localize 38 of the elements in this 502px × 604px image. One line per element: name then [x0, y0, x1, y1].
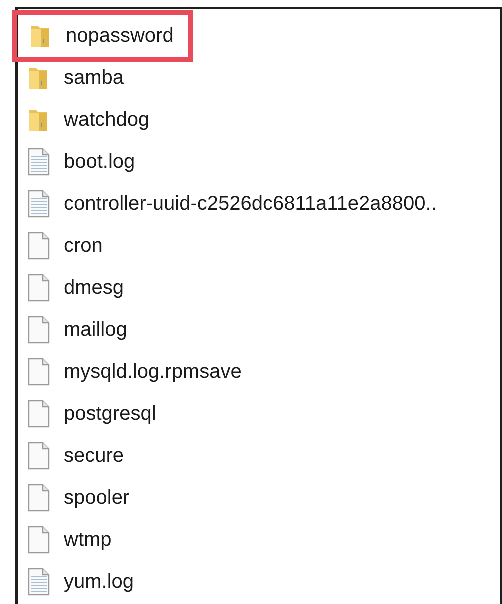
file-name: dmesg	[64, 278, 124, 298]
file-name: controller-uuid-c2526dc6811a11e2a8800..	[64, 194, 437, 214]
file-name: yum.log	[64, 572, 134, 592]
file-item[interactable]: controller-uuid-c2526dc6811a11e2a8800..	[18, 183, 500, 225]
blank-file-icon	[27, 526, 51, 554]
blank-file-icon	[27, 232, 51, 260]
blank-file-icon	[27, 484, 51, 512]
file-name: watchdog	[64, 110, 150, 130]
file-name: boot.log	[64, 152, 136, 172]
file-name: mysqld.log.rpmsave	[64, 362, 242, 382]
file-name: samba	[64, 68, 124, 88]
file-item[interactable]: boot.log	[18, 141, 500, 183]
blank-file-icon	[27, 400, 51, 428]
file-item[interactable]: yum.log	[18, 561, 500, 603]
text-file-icon	[27, 568, 51, 596]
file-name: postgresql	[64, 404, 156, 424]
file-item[interactable]: secure	[18, 435, 500, 477]
file-item[interactable]: maillog	[18, 309, 500, 351]
file-item[interactable]: cron	[18, 225, 500, 267]
file-item[interactable]: watchdog	[18, 99, 500, 141]
file-name: wtmp	[64, 530, 112, 550]
file-item[interactable]: wtmp	[18, 519, 500, 561]
file-item[interactable]: postgresql	[18, 393, 500, 435]
file-name: secure	[64, 446, 124, 466]
file-name: maillog	[64, 320, 128, 340]
file-name: nopassword	[66, 26, 174, 46]
file-name: spooler	[64, 488, 130, 508]
file-item[interactable]: spooler	[18, 477, 500, 519]
blank-file-icon	[27, 316, 51, 344]
blank-file-icon	[27, 358, 51, 386]
blank-file-icon	[27, 274, 51, 302]
file-item[interactable]: nopassword	[12, 10, 193, 62]
blank-file-icon	[27, 442, 51, 470]
text-file-icon	[27, 148, 51, 176]
text-file-icon	[27, 190, 51, 218]
file-name: cron	[64, 236, 103, 256]
file-item[interactable]: mysqld.log.rpmsave	[18, 351, 500, 393]
file-item[interactable]: dmesg	[18, 267, 500, 309]
